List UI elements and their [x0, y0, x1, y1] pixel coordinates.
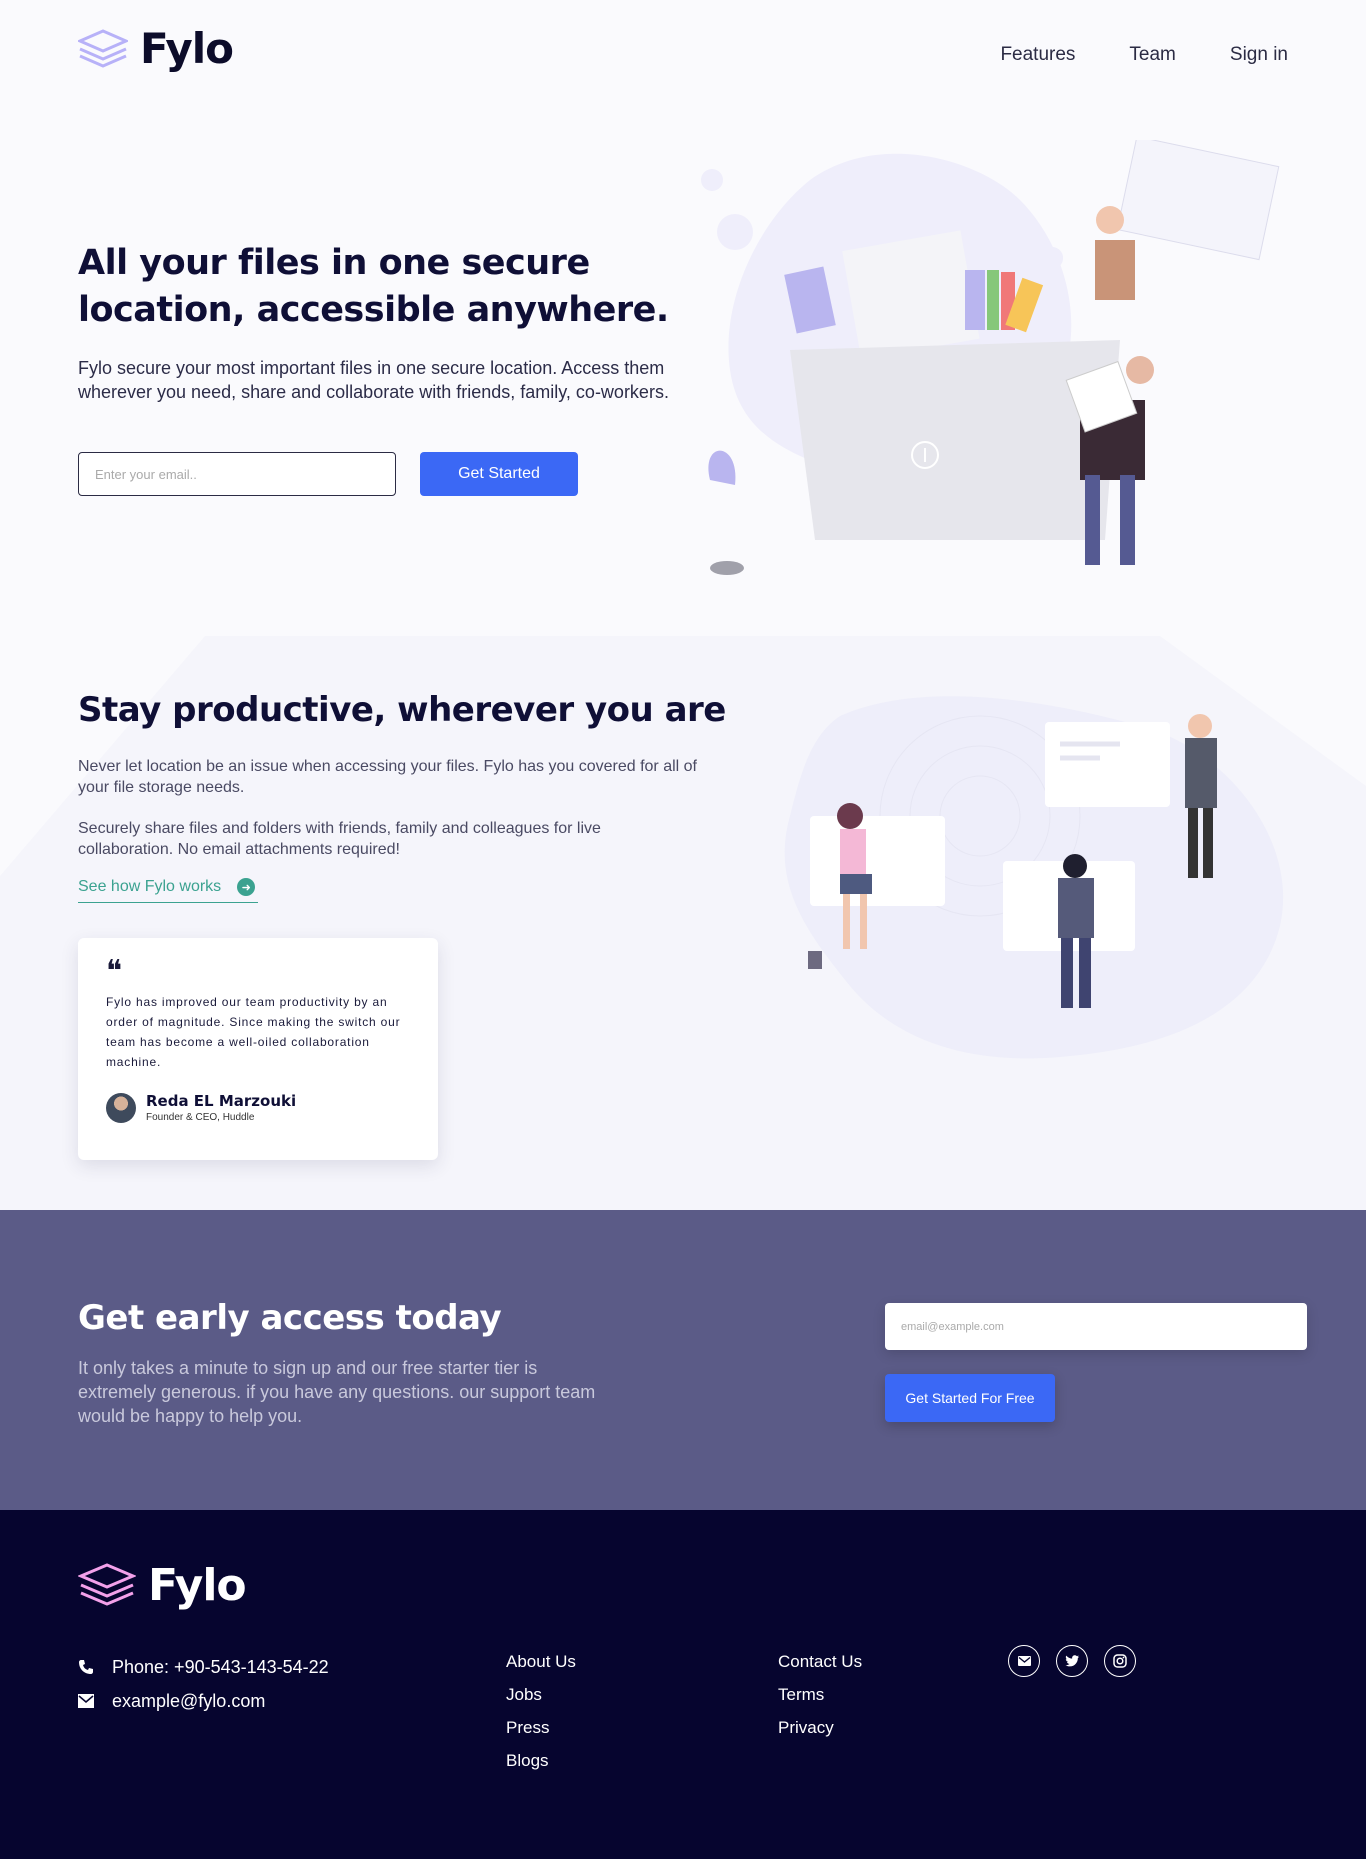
nav-sign-in[interactable]: Sign in	[1230, 44, 1288, 66]
envelope-icon	[78, 1694, 94, 1708]
phone-row: Phone: +90-543-143-54-22	[78, 1650, 329, 1684]
productive-paragraph-2: Securely share files and folders with fr…	[78, 820, 601, 858]
early-access-email-input[interactable]	[885, 1303, 1307, 1350]
see-how-fylo-works-link[interactable]: See how Fylo works ➜	[78, 878, 258, 903]
footer-links-company: About Us Jobs Press Blogs	[506, 1652, 576, 1772]
header: Fylo Features Team Sign in	[0, 0, 1366, 110]
author-role: Founder & CEO, Huddle	[146, 1112, 255, 1123]
main-nav: Features Team Sign in	[1000, 44, 1288, 66]
get-started-for-free-button[interactable]: Get Started For Free	[885, 1374, 1055, 1422]
logo[interactable]: Fylo	[78, 24, 234, 73]
footer-logo-text: Fylo	[148, 1560, 247, 1611]
footer-link-jobs[interactable]: Jobs	[506, 1685, 576, 1706]
productive-illustration	[784, 696, 1284, 1059]
footer-logo-layers-icon	[78, 1562, 136, 1606]
social-links	[1008, 1645, 1136, 1677]
hero-title: All your files in one secure location, a…	[78, 243, 669, 330]
logo-layers-icon	[78, 28, 128, 68]
early-access-description: It only takes a minute to sign up and ou…	[78, 1358, 596, 1426]
nav-features[interactable]: Features	[1000, 44, 1075, 66]
phone-text: Phone: +90-543-143-54-22	[112, 1656, 329, 1677]
testimonial-text: Fylo has improved our team productivity …	[106, 995, 401, 1069]
arrow-right-icon: ➜	[237, 878, 256, 896]
phone-icon	[79, 1660, 93, 1674]
footer-link-press[interactable]: Press	[506, 1718, 576, 1739]
instagram-icon[interactable]	[1104, 1645, 1136, 1677]
early-access-section: Get early access today It only takes a m…	[0, 1210, 1366, 1510]
logo-text: Fylo	[140, 24, 234, 73]
testimonial-author: Reda EL Marzouki Founder & CEO, Huddle	[106, 1092, 410, 1123]
footer: Fylo Phone: +90-543-143-54-22 example@fy…	[0, 1510, 1366, 1859]
author-name: Reda EL Marzouki	[146, 1092, 297, 1110]
mail-icon[interactable]	[1008, 1645, 1040, 1677]
footer-link-privacy[interactable]: Privacy	[778, 1718, 862, 1739]
productive-title: Stay productive, wherever you are	[78, 690, 726, 730]
testimonial-card: ❝ Fylo has improved our team productivit…	[78, 938, 438, 1160]
early-access-title: Get early access today	[78, 1298, 502, 1338]
footer-logo[interactable]: Fylo	[78, 1560, 247, 1611]
see-how-link-label: See how Fylo works	[78, 878, 222, 895]
email-row: example@fylo.com	[78, 1684, 329, 1718]
get-started-button[interactable]: Get Started	[420, 452, 578, 496]
hero-description: Fylo secure your most important files in…	[78, 358, 669, 402]
quote-icon: ❝	[106, 954, 123, 989]
productive-paragraph-1: Never let location be an issue when acce…	[78, 758, 697, 796]
nav-team[interactable]: Team	[1129, 44, 1175, 66]
footer-link-terms[interactable]: Terms	[778, 1685, 862, 1706]
avatar	[106, 1092, 136, 1123]
footer-link-about-us[interactable]: About Us	[506, 1652, 576, 1673]
footer-links-support: Contact Us Terms Privacy	[778, 1652, 862, 1739]
hero-illustration	[701, 140, 1280, 575]
footer-link-contact-us[interactable]: Contact Us	[778, 1652, 862, 1673]
hero-email-input[interactable]	[78, 452, 396, 496]
footer-contact: Phone: +90-543-143-54-22 example@fylo.co…	[78, 1650, 329, 1718]
email-text[interactable]: example@fylo.com	[112, 1691, 265, 1712]
twitter-icon[interactable]	[1056, 1645, 1088, 1677]
footer-link-blogs[interactable]: Blogs	[506, 1751, 576, 1772]
